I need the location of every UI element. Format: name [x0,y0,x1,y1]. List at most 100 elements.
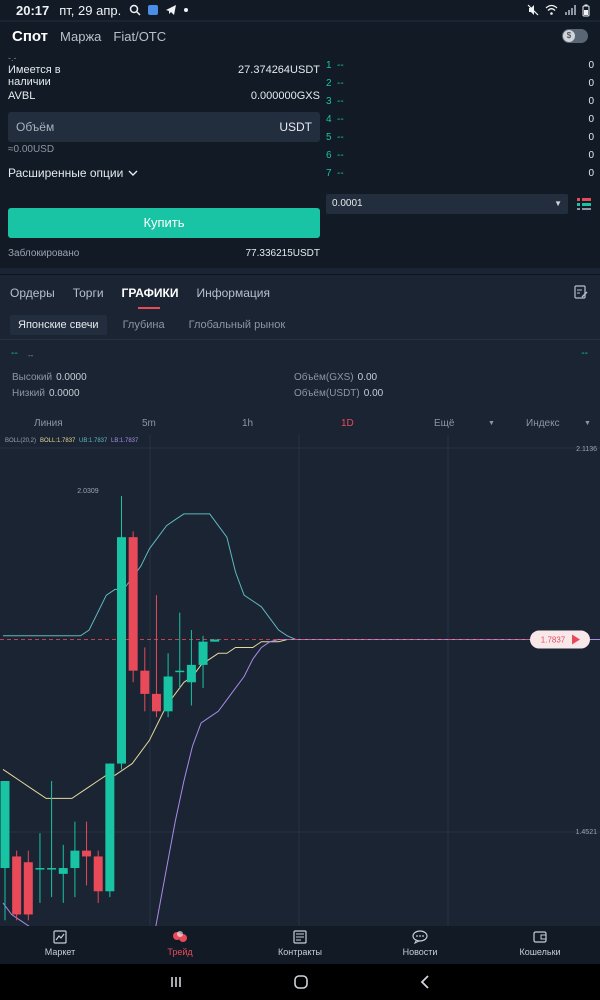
tab-info[interactable]: Информация [196,275,269,311]
book-index: 6 [326,150,332,161]
advanced-options[interactable]: Расширенные опции [8,166,138,180]
avbl-label: AVBL [8,90,36,102]
nav-market[interactable]: Маркет [0,926,120,964]
low-stat: Низкий 0.0000 [12,388,80,399]
buy-button[interactable]: Купить [8,208,320,238]
tab-trades[interactable]: Торги [73,275,104,311]
nav-news[interactable]: Новости [360,926,480,964]
interval-1d[interactable]: 1D [341,418,354,429]
advanced-options-label: Расширенные опции [8,166,124,180]
book-price: -- [337,60,344,71]
precision-select[interactable]: 0.0001 ▼ [326,194,568,214]
tab-candles[interactable]: Японские свечи [10,314,107,335]
y-axis-top-label: 2.1136 [576,446,597,453]
order-book-row[interactable]: 5 -- 0 [326,132,594,150]
tab-charts[interactable]: ГРАФИКИ [122,275,178,311]
price-placeholder: -- [11,348,18,359]
tab-orders[interactable]: Ордеры [10,275,55,311]
approx-usd: ≈0.00USD [8,144,55,155]
candle-body [58,868,68,874]
bollinger-bands [0,513,600,926]
book-index: 1 [326,60,332,71]
search-icon [129,4,141,16]
chart-icon [53,930,67,944]
order-book-row[interactable]: 2 -- 0 [326,78,594,96]
candle-body [47,868,57,870]
book-qty: 0 [588,114,594,125]
order-book-row[interactable]: 1 -- 0 [326,60,594,78]
max-price-label: 2.0309 [77,488,99,495]
book-price: -- [337,96,344,107]
book-qty: 0 [588,78,594,89]
book-index: 2 [326,78,332,89]
lower-band-line [2,639,600,926]
home-icon[interactable] [293,974,309,990]
app-notification-icon [148,5,159,15]
indicator-ub: UB:1.7837 [79,438,108,444]
system-nav-bar [0,964,600,1000]
book-qty: 0 [588,168,594,179]
interval-bar: Линия 5m 1h 1D Ещё ▼ Индекс ▼ [0,413,600,435]
order-book-row[interactable]: 6 -- 0 [326,150,594,168]
candle-body [175,670,185,673]
nav-news-label: Новости [402,947,438,957]
edit-icon[interactable] [574,285,588,299]
volume-input[interactable] [16,120,280,134]
volume-usdt-label: Объём(USDT) [294,388,360,399]
telegram-icon [166,5,177,15]
nav-trade[interactable]: Трейд [120,926,240,964]
wallet-icon [533,931,547,943]
recent-apps-icon[interactable] [169,975,183,989]
toggle-knob: $ [563,30,575,42]
tab-depth[interactable]: Глубина [115,315,173,335]
right-placeholder: -- [581,348,588,359]
market-stats: -- -- -- Высокий 0.0000 Низкий 0.0000 Объё… [0,342,600,408]
candle-body [117,537,126,764]
book-price: -- [337,114,344,125]
indicator-boll: BOLL:1.7837 [40,438,76,444]
currency-toggle[interactable]: $ [562,29,588,43]
wifi-icon [545,4,558,15]
book-index: 7 [326,168,332,179]
book-view-icon[interactable] [577,197,591,211]
top-nav: Спот Маржа Fiat/OTC $ [0,22,600,50]
upper-band-line [3,513,600,640]
tab-spot[interactable]: Спот [12,28,48,45]
last-price-marker: 1.7837 [530,630,590,649]
interval-line[interactable]: Линия [34,418,63,429]
nav-wallets-label: Кошельки [519,947,561,957]
candle-body [151,693,161,712]
tab-global-market[interactable]: Глобальный рынок [181,315,294,335]
interval-1h[interactable]: 1h [242,418,253,429]
interval-5m[interactable]: 5m [142,418,156,429]
back-icon[interactable] [419,975,431,989]
order-book: 1 -- 0 2 -- 0 3 -- 0 4 -- 0 5 -- 0 6 -- 0 7 -- 0 [326,60,594,186]
tab-margin[interactable]: Маржа [60,29,101,44]
book-price: -- [337,78,344,89]
caret-down-icon: ▼ [554,199,562,208]
interval-index[interactable]: Индекс [526,418,560,429]
order-book-row[interactable]: 3 -- 0 [326,96,594,114]
nav-contracts-label: Контракты [278,947,322,957]
section-tabs: Ордеры Торги ГРАФИКИ Информация [0,274,600,310]
candle-body [35,868,45,870]
nav-contracts[interactable]: Контракты [240,926,360,964]
tab-fiat-otc[interactable]: Fiat/OTC [113,29,166,44]
trade-icon [173,931,187,942]
available-value: 27.374264USDT [238,64,320,76]
volume-field[interactable]: USDT [8,112,320,142]
book-price: -- [337,150,344,161]
volume-gxs-value: 0.00 [357,372,378,383]
book-index: 4 [326,114,332,125]
mute-icon [527,4,539,16]
candlestick-chart[interactable]: BOLL(20,2) BOLL:1.7837 UB:1.7837 LB:1.78… [0,435,600,926]
volume-gxs-label: Объём(GXS) [294,372,354,383]
candle-body [93,856,103,892]
candle-body [186,664,196,683]
volume-usdt-stat: Объём(USDT) 0.00 [294,388,383,399]
order-book-row[interactable]: 4 -- 0 [326,114,594,132]
nav-wallets[interactable]: Кошельки [480,926,600,964]
book-price: -- [337,132,344,143]
interval-more[interactable]: Ещё [434,418,454,429]
order-book-row[interactable]: 7 -- 0 [326,168,594,186]
